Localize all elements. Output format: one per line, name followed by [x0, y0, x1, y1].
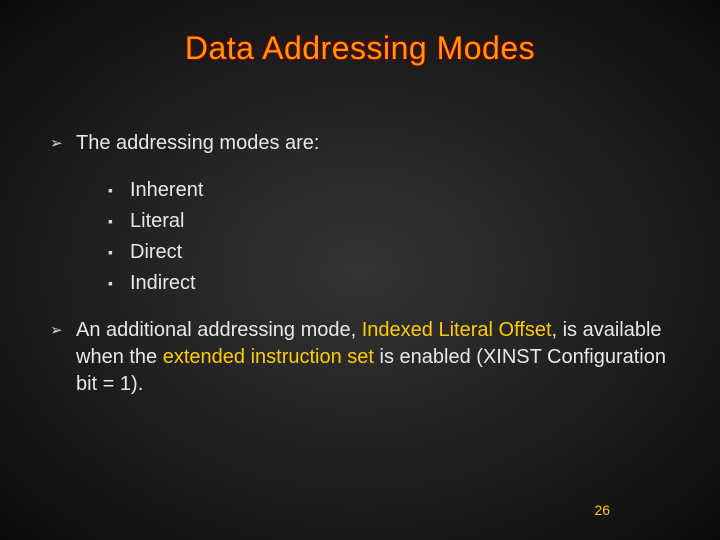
sub-bullet-item: ▪ Literal	[108, 206, 670, 237]
highlight-text: extended instruction set	[163, 346, 374, 368]
text-run: An additional addressing mode,	[76, 319, 362, 341]
slide: Data Addressing Modes ➢ The addressing m…	[0, 0, 720, 540]
page-number: 26	[594, 502, 610, 518]
square-bullet-icon: ▪	[108, 206, 130, 233]
bullet-text: The addressing modes are:	[76, 130, 670, 157]
highlight-text: Indexed Literal Offset	[362, 319, 552, 341]
bullet-text: An additional addressing mode, Indexed L…	[76, 317, 670, 398]
sub-bullet-item: ▪ Direct	[108, 237, 670, 268]
square-bullet-icon: ▪	[108, 268, 130, 295]
square-bullet-icon: ▪	[108, 237, 130, 264]
arrow-bullet-icon: ➢	[50, 317, 76, 341]
bullet-item: ➢ An additional addressing mode, Indexed…	[50, 317, 670, 398]
sub-bullet-text: Inherent	[130, 175, 203, 206]
bullet-item: ➢ The addressing modes are:	[50, 130, 670, 157]
arrow-bullet-icon: ➢	[50, 130, 76, 154]
sub-bullet-text: Literal	[130, 206, 184, 237]
square-bullet-icon: ▪	[108, 175, 130, 202]
slide-title: Data Addressing Modes	[0, 30, 720, 67]
sub-bullet-text: Indirect	[130, 268, 196, 299]
sub-bullet-text: Direct	[130, 237, 182, 268]
sub-bullet-item: ▪ Indirect	[108, 268, 670, 299]
slide-body: ➢ The addressing modes are: ▪ Inherent ▪…	[50, 130, 670, 416]
sub-bullet-list: ▪ Inherent ▪ Literal ▪ Direct ▪ Indirect	[108, 175, 670, 299]
sub-bullet-item: ▪ Inherent	[108, 175, 670, 206]
